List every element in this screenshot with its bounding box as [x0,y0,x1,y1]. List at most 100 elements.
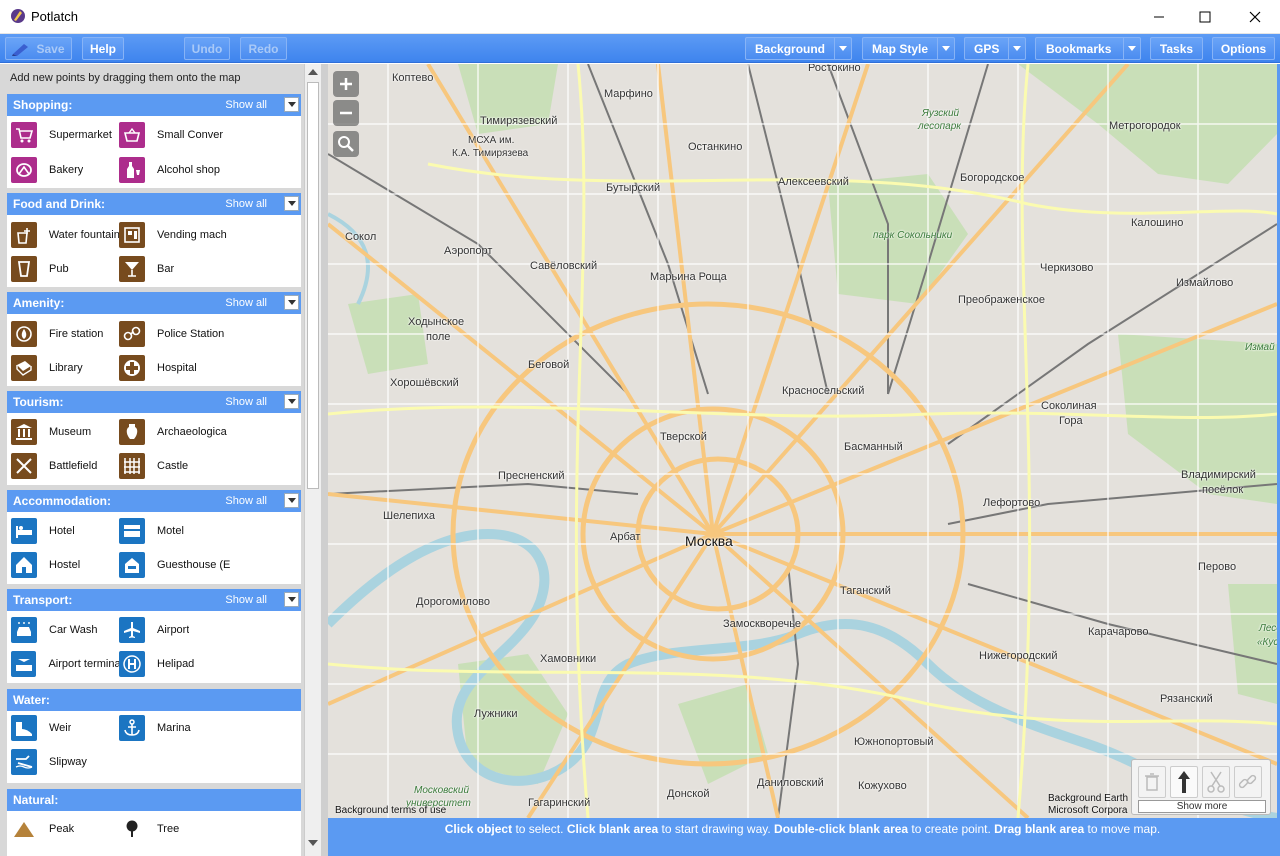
item-airport-terminal[interactable]: Airport termina [11,650,119,678]
bottle-icon [119,157,145,183]
section-header-natural[interactable]: Natural: [7,789,301,811]
panel-scrollbar[interactable] [304,64,321,856]
hint-part: to start drawing way. [658,822,775,836]
section-header-food-and-drink[interactable]: Food and Drink: Show all [7,193,301,215]
item-tree[interactable]: Tree [119,815,237,843]
item-label: Peak [49,823,75,835]
item-helipad[interactable]: Helipad [119,650,237,678]
item-archaeological[interactable]: Archaeologica [119,418,237,446]
item-label: Castle [157,460,189,472]
item-bar[interactable]: Bar [119,255,237,283]
minimize-button[interactable] [1136,0,1182,34]
item-hospital[interactable]: Hospital [119,354,237,382]
background-dropdown[interactable] [834,38,851,59]
gps-dropdown[interactable] [1008,38,1025,59]
maximize-button[interactable] [1182,0,1228,34]
zoom-in-button[interactable] [333,71,359,97]
show-all-link[interactable]: Show all [225,594,267,606]
section-dropdown[interactable] [284,97,299,112]
section-dropdown[interactable] [284,394,299,409]
item-vending-machine[interactable]: Vending mach [119,221,237,249]
section-header-tourism[interactable]: Tourism: Show all [7,391,301,413]
show-all-link[interactable]: Show all [225,99,267,111]
scroll-up-icon[interactable] [308,69,318,75]
background-terms-link[interactable]: Background terms of use [335,805,446,816]
map-style-button[interactable]: Map Style [862,37,955,60]
close-button[interactable] [1232,0,1278,34]
item-slipway[interactable]: Slipway [11,748,119,776]
map-label: Красносельский [782,385,865,397]
item-marina[interactable]: Marina [119,714,237,742]
scroll-thumb[interactable] [307,82,319,489]
split-tool[interactable] [1202,766,1230,798]
hint-part: to create point. [908,822,995,836]
item-bakery[interactable]: Bakery [11,156,119,184]
map-label: Донской [667,788,710,800]
item-small-convenience[interactable]: Small Conver [119,121,237,149]
show-all-link[interactable]: Show all [225,495,267,507]
item-motel[interactable]: Motel [119,517,237,545]
save-button[interactable]: Save [5,37,72,60]
tasks-button[interactable]: Tasks [1150,37,1203,60]
map-label: Сокол [345,231,377,243]
item-pub[interactable]: Pub [11,255,119,283]
section-header-amenity[interactable]: Amenity: Show all [7,292,301,314]
item-label: Museum [49,426,92,438]
section-dropdown[interactable] [284,493,299,508]
section-header-shopping[interactable]: Shopping: Show all [7,94,301,116]
item-guesthouse[interactable]: Guesthouse (E [119,551,237,579]
panel-splitter[interactable] [321,64,328,856]
item-supermarket[interactable]: Supermarket [11,121,119,149]
map-canvas[interactable]: Коптево Марфино Ростокино Тимирязевский … [328,64,1277,818]
hint-part: Double-click blank area [774,822,909,836]
zoom-out-button[interactable] [333,100,359,126]
section-dropdown[interactable] [284,592,299,607]
section-header-accommodation[interactable]: Accommodation: Show all [7,490,301,512]
map-label: Лефортово [983,497,1041,509]
merge-tool[interactable] [1234,766,1262,798]
item-hotel[interactable]: Hotel [11,517,119,545]
item-peak[interactable]: Peak [11,815,119,843]
map-label: Карачарово [1088,626,1149,638]
item-label: Alcohol shop [157,164,220,176]
item-library[interactable]: Library [11,354,119,382]
item-alcohol-shop[interactable]: Alcohol shop [119,156,237,184]
help-button[interactable]: Help [82,37,124,60]
background-button[interactable]: Background [745,37,852,60]
item-weir[interactable]: Weir [11,714,119,742]
find-button[interactable] [333,131,359,157]
item-police-station[interactable]: Police Station [119,320,237,348]
bookmarks-dropdown[interactable] [1123,38,1140,59]
item-castle[interactable]: Castle [119,452,237,480]
item-hostel[interactable]: Hostel [11,551,119,579]
bookmarks-button[interactable]: Bookmarks [1035,37,1141,60]
section-header-transport[interactable]: Transport: Show all [7,589,301,611]
item-museum[interactable]: Museum [11,418,119,446]
redo-button[interactable]: Redo [240,37,287,60]
section-dropdown[interactable] [284,196,299,211]
map-label: Хорошёвский [390,377,459,389]
show-more-button[interactable]: Show more [1138,800,1266,813]
close-icon [1249,11,1261,23]
delete-tool[interactable] [1138,766,1166,798]
section-header-water[interactable]: Water: [7,689,301,711]
map-label: Гора [1059,415,1083,427]
item-car-wash[interactable]: Car Wash [11,616,119,644]
gps-button[interactable]: GPS [964,37,1026,60]
show-all-link[interactable]: Show all [225,297,267,309]
section-dropdown[interactable] [284,295,299,310]
hint-part: Click blank area [566,822,659,836]
show-all-link[interactable]: Show all [225,198,267,210]
show-all-link[interactable]: Show all [225,396,267,408]
handcuffs-icon [119,321,145,347]
reverse-tool[interactable] [1170,766,1198,798]
undo-button[interactable]: Undo [184,37,230,60]
item-water-fountain[interactable]: Water fountain [11,221,119,249]
map-style-dropdown[interactable] [937,38,954,59]
item-battlefield[interactable]: Battlefield [11,452,119,480]
options-button[interactable]: Options [1212,37,1275,60]
item-fire-station[interactable]: Fire station [11,320,119,348]
scroll-down-icon[interactable] [308,840,318,846]
item-airport[interactable]: Airport [119,616,237,644]
section-body-tourism: Museum Archaeologica Battlefield Castle [7,413,301,485]
